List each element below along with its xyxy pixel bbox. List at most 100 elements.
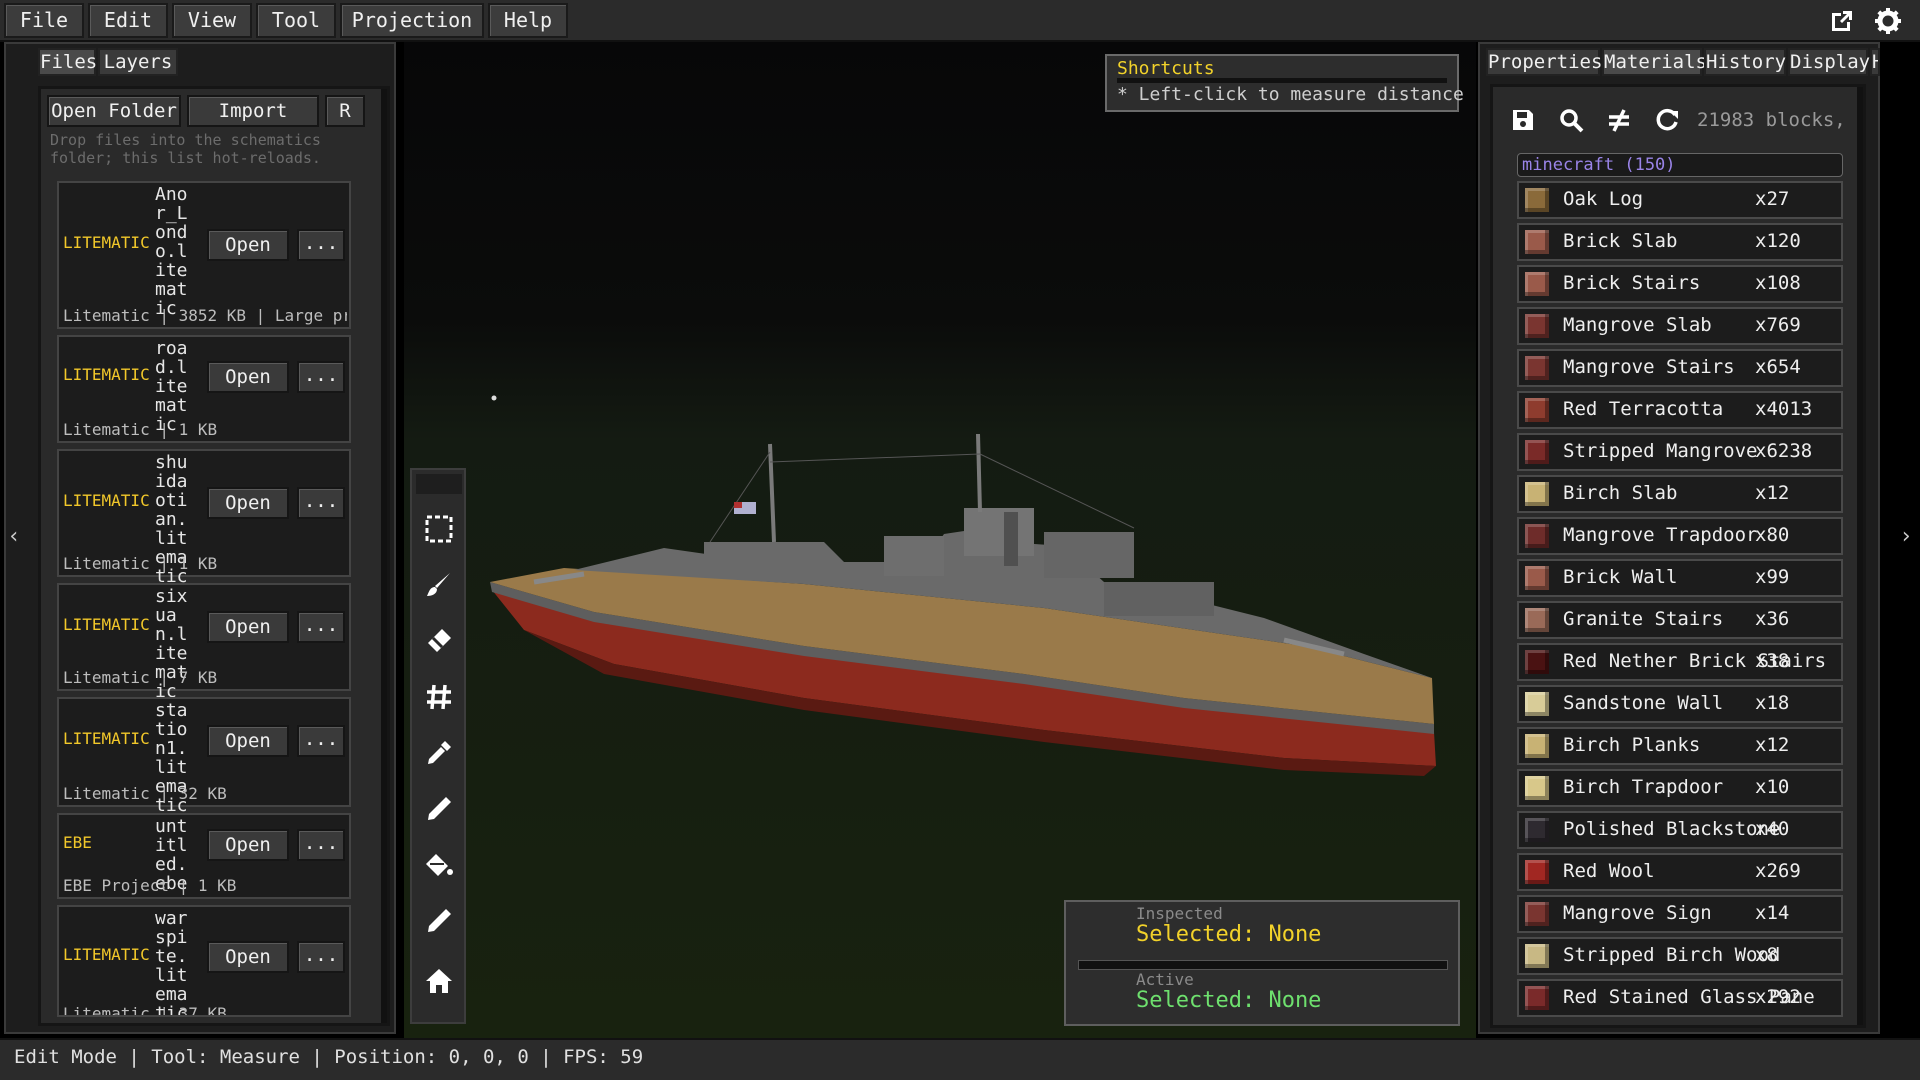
shortcuts-panel: Shortcuts * Left-click to measure distan… [1105,54,1464,112]
menu-edit[interactable]: Edit [88,3,168,38]
open-folder-button[interactable]: Open Folder [47,95,181,127]
tab-overflow[interactable]: H [1870,48,1880,76]
file-name: Anor_Londo.litematic [155,184,188,319]
material-name: Red Wool [1563,860,1655,882]
file-more-button[interactable]: ... [297,229,345,261]
status-bar: Edit Mode | Tool: Measure | Position: 0,… [0,1038,1920,1080]
material-row[interactable]: Birch Trapdoor x10 [1517,769,1843,807]
tab-layers[interactable]: Layers [98,48,178,76]
block-icon [1525,986,1549,1010]
file-card[interactable]: EBE untitled.ebe Open ... EBE Project | … [57,813,351,899]
material-row[interactable]: Birch Planks x12 [1517,727,1843,765]
not-equal-icon[interactable] [1603,107,1635,139]
tab-history[interactable]: History [1704,48,1786,76]
refresh-icon[interactable] [1651,107,1683,139]
block-icon [1525,398,1549,422]
material-row[interactable]: Red Stained Glass Pane x292 [1517,979,1843,1017]
file-open-button[interactable]: Open [207,229,289,261]
file-card[interactable]: LITEMATIC Anor_Londo.litematic Open ... … [57,181,351,329]
toolbar-handle[interactable] [416,474,462,494]
block-icon [1525,944,1549,968]
file-more-button[interactable]: ... [297,725,345,757]
tab-files[interactable]: Files [38,48,97,76]
file-open-button[interactable]: Open [207,487,289,519]
material-row[interactable]: Brick Wall x99 [1517,559,1843,597]
collapse-right-icon[interactable]: › [1896,524,1916,554]
material-name: Brick Slab [1563,230,1678,252]
material-row[interactable]: Mangrove Slab x769 [1517,307,1843,345]
eraser-icon[interactable] [420,626,458,664]
collapse-left-icon[interactable]: ‹ [4,524,24,554]
file-more-button[interactable]: ... [297,361,345,393]
file-card[interactable]: LITEMATIC warspite.litematic Open ... Li… [57,905,351,1017]
gear-icon[interactable] [1873,7,1903,37]
file-meta: Litematic | 3852 KB | Large proj [63,306,347,325]
file-card[interactable]: LITEMATIC station1.litematic Open ... Li… [57,697,351,815]
file-open-button[interactable]: Open [207,361,289,393]
material-row[interactable]: Red Wool x269 [1517,853,1843,891]
material-row[interactable]: Red Nether Brick Stairs x38 [1517,643,1843,681]
material-count: x8 [1755,944,1778,966]
material-row[interactable]: Stripped Mangrove x6238 [1517,433,1843,471]
file-open-button[interactable]: Open [207,829,289,861]
material-row[interactable]: Sandstone Wall x18 [1517,685,1843,723]
file-card[interactable]: LITEMATIC shuidaotian.litematic Open ...… [57,449,351,586]
external-link-icon[interactable] [1827,7,1857,37]
material-row[interactable]: Stripped Birch Wood x8 [1517,937,1843,975]
tab-materials[interactable]: Materials [1602,48,1707,76]
material-row[interactable]: Oak Log x27 [1517,181,1843,219]
selection-divider [1078,960,1448,970]
file-more-button[interactable]: ... [297,611,345,643]
active-value: Selected: None [1136,988,1322,1013]
namespace-header[interactable]: minecraft (150) [1517,153,1843,177]
material-row[interactable]: Red Terracotta x4013 [1517,391,1843,429]
pencil-icon[interactable] [420,794,458,832]
material-count: x12 [1755,734,1790,756]
measure-icon[interactable] [420,906,458,944]
file-open-button[interactable]: Open [207,941,289,973]
files-scrollbar[interactable] [381,89,387,1023]
material-count: x6238 [1755,440,1813,462]
block-icon [1525,482,1549,506]
material-row[interactable]: Mangrove Stairs x654 [1517,349,1843,387]
tab-display[interactable]: Display [1788,48,1870,76]
block-icon [1525,860,1549,884]
file-open-button[interactable]: Open [207,725,289,757]
material-row[interactable]: Brick Slab x120 [1517,223,1843,261]
material-row[interactable]: Birch Slab x12 [1517,475,1843,513]
file-card[interactable]: LITEMATIC road.litematic Open ... Litema… [57,335,351,443]
file-open-button[interactable]: Open [207,611,289,643]
file-more-button[interactable]: ... [297,487,345,519]
materials-scrollbar[interactable] [1857,87,1863,1025]
file-more-button[interactable]: ... [297,941,345,973]
fill-bucket-icon[interactable] [420,850,458,888]
material-row[interactable]: Polished Blackstone x40 [1517,811,1843,849]
material-row[interactable]: Mangrove Trapdoor x80 [1517,517,1843,555]
3d-viewport[interactable] [404,42,1476,1038]
menu-tool[interactable]: Tool [256,3,336,38]
menu-projection[interactable]: Projection [340,3,484,38]
material-row[interactable]: Brick Stairs x108 [1517,265,1843,303]
file-type-label: LITEMATIC [63,365,150,384]
search-icon[interactable] [1555,107,1587,139]
material-count: x10 [1755,776,1790,798]
material-count: x769 [1755,314,1801,336]
save-icon[interactable] [1507,107,1539,139]
material-name: Brick Stairs [1563,272,1701,294]
select-icon[interactable] [420,514,458,552]
active-label: Active [1136,970,1194,989]
refresh-button[interactable]: R [325,95,365,127]
menu-help[interactable]: Help [488,3,568,38]
file-card[interactable]: LITEMATIC sixuan.litematic Open ... Lite… [57,583,351,701]
eyedropper-icon[interactable] [420,738,458,776]
home-icon[interactable] [420,966,458,1004]
menu-view[interactable]: View [172,3,252,38]
tab-properties[interactable]: Properties [1486,48,1602,76]
brush-icon[interactable] [420,570,458,608]
material-row[interactable]: Mangrove Sign x14 [1517,895,1843,933]
file-more-button[interactable]: ... [297,829,345,861]
grid-icon[interactable] [420,682,458,720]
menu-file[interactable]: File [4,3,84,38]
import-button[interactable]: Import [187,95,319,127]
material-row[interactable]: Granite Stairs x36 [1517,601,1843,639]
